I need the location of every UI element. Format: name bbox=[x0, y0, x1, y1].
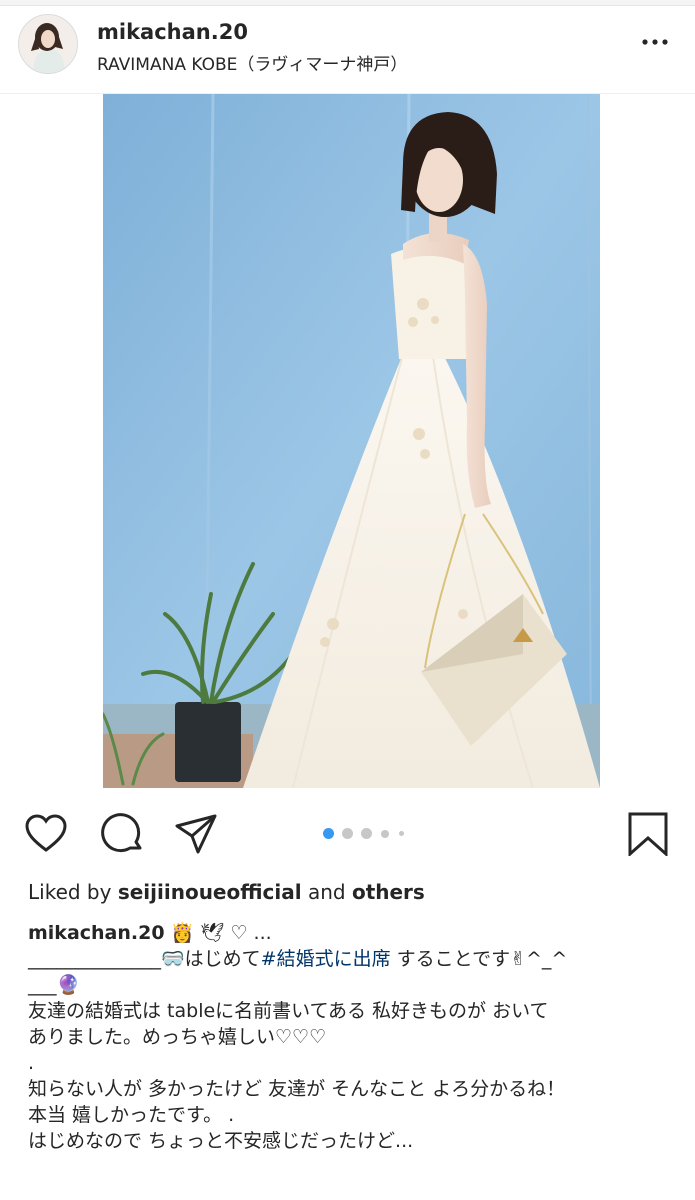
caption-line: ありました。めっちゃ嬉しい♡♡♡ bbox=[28, 1026, 327, 1048]
liked-by-user[interactable]: seijiinoueofficial bbox=[118, 880, 302, 904]
caption-line: 知らない人が 多かったけど 友達が そんなこと よろ分かるね！ bbox=[28, 1078, 566, 1100]
caption-line: 本当 嬉しかったです。 . bbox=[28, 1104, 235, 1126]
caption-line: . bbox=[28, 1052, 35, 1074]
carousel-dot bbox=[342, 828, 353, 839]
caption-line: はじめなので ちょっと不安感じだったけど... bbox=[28, 1130, 414, 1152]
likes-others[interactable]: others bbox=[352, 880, 425, 904]
caption-text: ______________🥽はじめて bbox=[28, 948, 261, 970]
comment-icon[interactable] bbox=[100, 812, 144, 856]
caption-text: することです✌^_^ bbox=[390, 948, 568, 970]
post-location[interactable]: RAVIMANA KOBE（ラヴィマーナ神戸） bbox=[97, 50, 407, 75]
post-header: mikachan.20 RAVIMANA KOBE（ラヴィマーナ神戸） bbox=[0, 6, 695, 94]
likes-prefix: Liked by bbox=[28, 880, 118, 904]
caption-line: ___🔮 bbox=[28, 974, 81, 996]
likes-summary: Liked by seijiinoueofficial and others bbox=[28, 880, 425, 904]
more-icon[interactable] bbox=[641, 30, 669, 54]
likes-middle: and bbox=[301, 880, 352, 904]
caption-username[interactable]: mikachan.20 bbox=[28, 922, 165, 944]
carousel-indicator bbox=[323, 828, 413, 840]
hashtag-link[interactable]: #結婚式に出席 bbox=[261, 948, 391, 970]
carousel-dot bbox=[323, 828, 334, 839]
bookmark-icon[interactable] bbox=[626, 812, 670, 856]
caption-line: mikachan.20 👸 🕊 ♡ ... bbox=[28, 920, 678, 946]
carousel-dot bbox=[381, 830, 389, 838]
post-caption: mikachan.20 👸 🕊 ♡ ... ______________🥽はじめ… bbox=[28, 920, 678, 1154]
carousel-dot bbox=[361, 828, 372, 839]
post-username[interactable]: mikachan.20 bbox=[97, 20, 248, 44]
caption-line: ______________🥽はじめて#結婚式に出席 することです✌^_^ bbox=[28, 946, 678, 972]
heart-icon[interactable] bbox=[24, 812, 68, 856]
avatar[interactable] bbox=[18, 14, 78, 74]
carousel-dot bbox=[399, 831, 404, 836]
post-photo[interactable] bbox=[103, 94, 600, 788]
caption-line: 友達の結婚式は tableに名前書いてある 私好きものが おいて bbox=[28, 1000, 549, 1022]
caption-first-line-tail[interactable]: 👸 🕊 ♡ ... bbox=[171, 922, 272, 944]
share-icon[interactable] bbox=[174, 812, 218, 856]
